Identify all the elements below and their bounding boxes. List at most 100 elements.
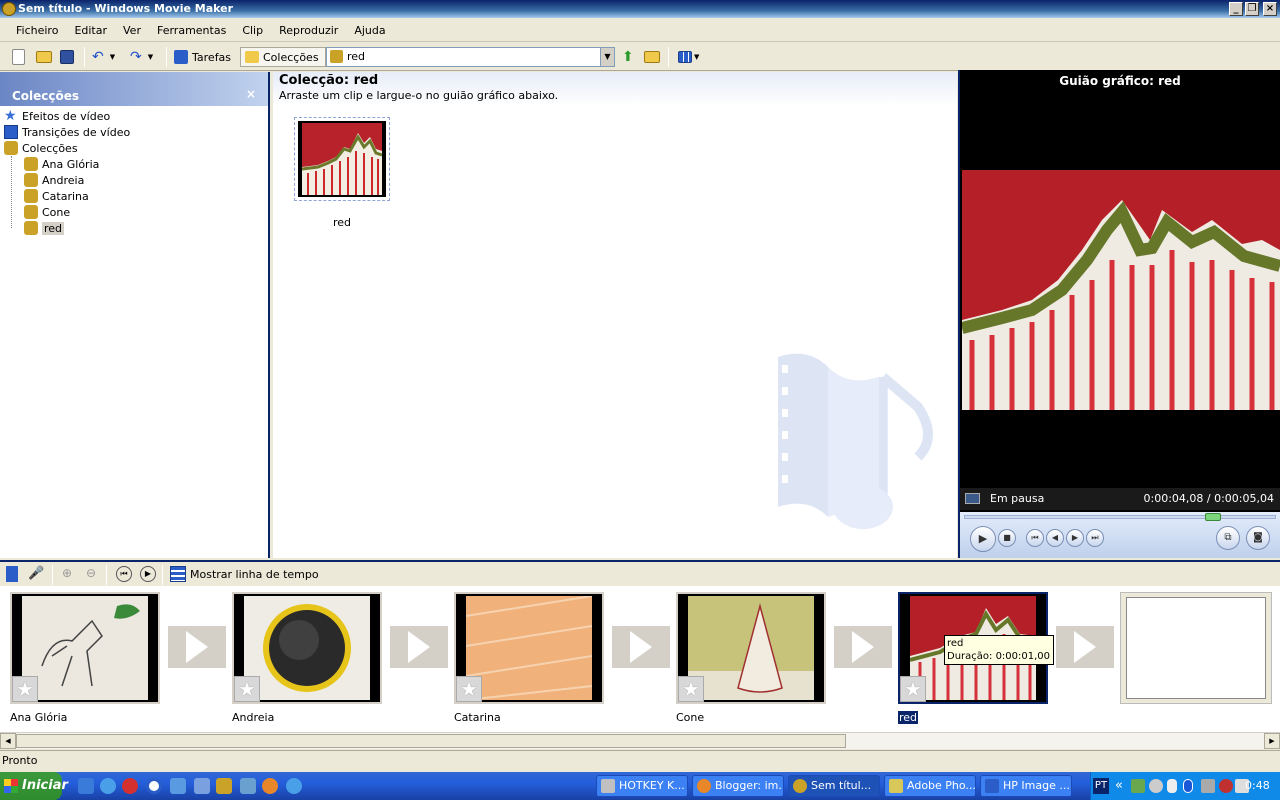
seek-bar[interactable] (964, 513, 1276, 521)
tray-speaker-icon[interactable] (1201, 779, 1215, 793)
views-button[interactable]: ▼ (678, 47, 699, 67)
new-project-button[interactable] (12, 47, 25, 67)
storyboard-clip-catarina[interactable]: ★ (454, 592, 604, 704)
tree-item-ana-gloria[interactable]: Ana Glória (24, 156, 99, 172)
play-storyboard-icon[interactable]: ▶ (140, 566, 156, 582)
close-icon[interactable]: × (246, 87, 256, 101)
views-dropdown-icon[interactable]: ▼ (694, 53, 699, 61)
split-clip-button[interactable]: ⧉ (1216, 526, 1240, 550)
minimize-button[interactable]: _ (1229, 2, 1243, 16)
take-picture-button[interactable]: ◙ (1246, 526, 1270, 550)
menu-editar[interactable]: Editar (66, 24, 115, 37)
tree-item-video-transitions[interactable]: Transições de vídeo (4, 124, 130, 140)
rewind-storyboard-icon[interactable]: ⏮ (116, 566, 132, 582)
transition-placeholder[interactable] (168, 626, 226, 668)
narrate-microphone-icon[interactable]: 🎤 (28, 566, 44, 582)
storyboard-clip-cone[interactable]: ★ (676, 592, 826, 704)
storyboard-clip-ana-gloria[interactable]: ★ (10, 592, 160, 704)
tasks-button[interactable]: Tarefas (174, 47, 231, 67)
previous-button[interactable]: ⏮ (1026, 529, 1044, 547)
storyboard-view-icon[interactable] (6, 566, 18, 582)
collection-select[interactable]: red ▼ (326, 47, 615, 67)
video-effect-star-icon[interactable]: ★ (678, 676, 704, 702)
storyboard-clip-andreia[interactable]: ★ (232, 592, 382, 704)
up-one-level-button[interactable]: ⬆ (622, 47, 634, 67)
stop-button[interactable]: ■ (998, 529, 1016, 547)
transition-arrow-icon (408, 631, 430, 663)
video-effect-star-icon[interactable]: ★ (456, 676, 482, 702)
zoom-out-icon[interactable]: ⊖ (86, 566, 96, 580)
quicklaunch-ie-icon[interactable] (100, 778, 116, 794)
tray-security-icon[interactable] (1219, 779, 1233, 793)
tree-item-red[interactable]: red (24, 220, 65, 236)
menu-ferramentas[interactable]: Ferramentas (149, 24, 234, 37)
zoom-in-icon[interactable]: ⊕ (62, 566, 72, 580)
quicklaunch-app-icon[interactable] (286, 778, 302, 794)
taskbar-item-movie-maker[interactable]: Sem títul... (788, 775, 880, 797)
menu-reproduzir[interactable]: Reproduzir (271, 24, 346, 37)
redo-dropdown-icon[interactable]: ▼ (148, 53, 153, 61)
play-button[interactable]: ▶ (970, 526, 996, 552)
tray-bluetooth-icon[interactable] (1183, 779, 1193, 793)
menu-clip[interactable]: Clip (234, 24, 271, 37)
start-button[interactable]: Iniciar (0, 772, 68, 800)
undo-button[interactable]: ↶ ▼ (92, 47, 115, 67)
tree-item-collections[interactable]: Colecções (4, 140, 78, 156)
clip-thumbnail-red[interactable] (294, 117, 390, 201)
transition-placeholder[interactable] (1056, 626, 1114, 668)
show-timeline-button[interactable]: Mostrar linha de tempo (170, 566, 319, 582)
fullscreen-icon[interactable] (965, 493, 980, 504)
tray-usb-icon[interactable] (1167, 779, 1177, 793)
transition-placeholder[interactable] (834, 626, 892, 668)
transition-placeholder[interactable] (390, 626, 448, 668)
quicklaunch-firefox-icon[interactable] (262, 778, 278, 794)
storyboard-clip-label: Cone (676, 711, 705, 724)
tree-item-cone[interactable]: Cone (24, 204, 70, 220)
video-effect-star-icon[interactable]: ★ (900, 676, 926, 702)
collections-label: Colecções (263, 50, 319, 64)
menu-ficheiro[interactable]: Ficheiro (8, 24, 66, 37)
taskbar-item-hotkey[interactable]: HOTKEY K... (596, 775, 688, 797)
tray-user-icon[interactable] (1149, 779, 1163, 793)
open-project-button[interactable] (36, 47, 52, 67)
tray-network-icon[interactable] (1131, 779, 1145, 793)
menu-ver[interactable]: Ver (115, 24, 149, 37)
taskbar-item-photoshop[interactable]: Adobe Pho... (884, 775, 976, 797)
redo-button[interactable]: ↷ ▼ (130, 47, 153, 67)
empty-storyboard-slot[interactable] (1120, 592, 1272, 704)
quicklaunch-media-player-icon[interactable] (146, 778, 162, 794)
collections-button[interactable]: Colecções (240, 47, 326, 67)
transition-placeholder[interactable] (612, 626, 670, 668)
storyboard-scrollbar[interactable]: ◀ ▶ (0, 732, 1280, 749)
tray-expand-icon[interactable]: « (1115, 778, 1123, 793)
language-indicator[interactable]: PT (1093, 778, 1109, 794)
views-grid-icon (678, 51, 692, 63)
seek-thumb[interactable] (1205, 513, 1221, 521)
quicklaunch-app-icon[interactable] (216, 778, 232, 794)
new-collection-folder-button[interactable] (644, 47, 660, 67)
quicklaunch-app-icon[interactable] (240, 778, 256, 794)
taskbar-item-blogger[interactable]: Blogger: im... (692, 775, 784, 797)
quicklaunch-opera-icon[interactable] (122, 778, 138, 794)
scroll-left-arrow-icon[interactable]: ◀ (0, 733, 16, 749)
scrollbar-thumb[interactable] (16, 734, 846, 748)
menu-ajuda[interactable]: Ajuda (346, 24, 393, 37)
restore-button[interactable]: ❐ (1245, 2, 1259, 16)
tree-item-andreia[interactable]: Andreia (24, 172, 84, 188)
quicklaunch-app-icon[interactable] (194, 778, 210, 794)
quicklaunch-app-icon[interactable] (170, 778, 186, 794)
tree-item-catarina[interactable]: Catarina (24, 188, 89, 204)
taskbar-item-hp-image[interactable]: HP Image ... (980, 775, 1072, 797)
tree-item-video-effects[interactable]: ★ Efeitos de vídeo (4, 108, 110, 124)
save-project-button[interactable] (60, 47, 74, 67)
chevron-down-icon[interactable]: ▼ (600, 48, 614, 66)
next-button[interactable]: ⏭ (1086, 529, 1104, 547)
forward-frame-button[interactable]: ▶ (1066, 529, 1084, 547)
undo-dropdown-icon[interactable]: ▼ (110, 53, 115, 61)
close-window-button[interactable]: × (1263, 2, 1277, 16)
video-effect-star-icon[interactable]: ★ (234, 676, 260, 702)
scroll-right-arrow-icon[interactable]: ▶ (1264, 733, 1280, 749)
quicklaunch-show-desktop-icon[interactable] (78, 778, 94, 794)
back-frame-button[interactable]: ◀ (1046, 529, 1064, 547)
video-effect-star-icon[interactable]: ★ (12, 676, 38, 702)
